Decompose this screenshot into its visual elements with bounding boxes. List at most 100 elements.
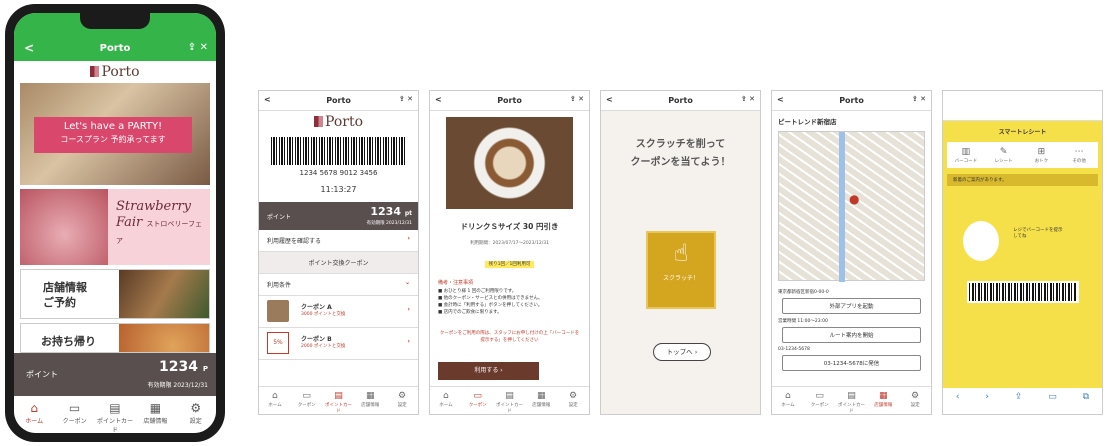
clock: 11:13:27 xyxy=(320,185,357,194)
notice-banner[interactable]: 新着のご案内があります。 xyxy=(947,174,1098,186)
bookmarks-icon[interactable]: ▭ xyxy=(1048,392,1057,414)
hand-icon: ☝ xyxy=(673,239,689,267)
coupon-period: 利用期間：2023/07/17～2023/12/31 xyxy=(470,241,549,246)
tab-coupon[interactable]: ▭ クーポン xyxy=(806,390,834,414)
call-button[interactable]: 03-1234-5678に発信 xyxy=(782,355,921,371)
more-icon: ⋯ xyxy=(1074,147,1084,157)
takeout-label: お持ち帰り xyxy=(41,335,96,348)
point-bar[interactable]: ポイント 1234 P 有効期限 2023/12/31 xyxy=(14,353,216,396)
gear-icon: ⚙ xyxy=(569,391,578,401)
tab-store[interactable]: ▦ 店舗情報 xyxy=(869,390,897,414)
tab-coupon[interactable]: ▭ クーポン xyxy=(293,390,321,414)
share-close-icons[interactable]: ⇪ ✕ xyxy=(399,95,413,103)
open-app-button[interactable]: 外部アプリを起動 xyxy=(782,298,921,314)
menu-barcode[interactable]: ▥ バーコード xyxy=(952,146,980,164)
history-link[interactable]: 利用履歴を確認する › xyxy=(259,230,418,252)
conditions-row[interactable]: 利用条件 ⌄ xyxy=(259,274,418,296)
store-icon: ▦ xyxy=(879,391,888,401)
member-barcode xyxy=(271,137,406,165)
home-icon: ⌂ xyxy=(443,391,449,401)
route-button[interactable]: ルート案内を開始 xyxy=(782,327,921,343)
tab-pointcard[interactable]: ▤ ポイントカード xyxy=(324,390,352,414)
map-rail xyxy=(839,132,845,282)
menu-deals[interactable]: ⊞ おトク xyxy=(1027,146,1055,164)
tab-settings[interactable]: ⚙ 設定 xyxy=(901,390,929,414)
receipt-icon: ✎ xyxy=(999,147,1008,157)
tabs-icon[interactable]: ⧉ xyxy=(1083,392,1089,414)
menu-receipt[interactable]: ✎ レシート xyxy=(990,146,1018,164)
coupon-title: ドリンクＳサイズ 30 円引き xyxy=(460,222,559,231)
share-close-icons[interactable]: ⇪ ✕ xyxy=(912,95,926,103)
scratch-card[interactable]: ☝ スクラッチ！ xyxy=(646,231,716,309)
coupon-b-row[interactable]: 5% クーポン B 2000 ポイントと交換 › xyxy=(259,328,418,360)
store-info-banner[interactable]: 店舗情報 ご予約 xyxy=(20,269,210,319)
tab-pointcard[interactable]: ▤ ポイントカード xyxy=(837,390,865,414)
point-expiry: 有効期限 2023/12/31 xyxy=(147,382,209,389)
porto-logo: Porto xyxy=(14,61,216,83)
party-banner[interactable]: Let's have a PARTY! コースプラン 予約承ってます xyxy=(20,83,210,185)
coupon-b-image: 5% xyxy=(267,332,289,354)
tab-home[interactable]: ⌂ ホーム xyxy=(16,400,52,433)
gear-icon: ⚙ xyxy=(911,391,920,401)
tab-home[interactable]: ⌂ ホーム xyxy=(432,390,460,414)
strawberry-banner[interactable]: Strawberry Fair ストロベリーフェア xyxy=(20,189,210,265)
share-close-icons[interactable]: ⇪ ✕ xyxy=(188,42,208,53)
share-icon[interactable]: ⇪ xyxy=(1015,392,1023,414)
share-close-icons[interactable]: ⇪ ✕ xyxy=(741,95,755,103)
gear-icon: ⚙ xyxy=(190,401,202,415)
scratch-heading-1: スクラッチを削って xyxy=(635,139,726,150)
store-info-label: 店舗情報 ご予約 xyxy=(43,281,87,309)
coupon-a-row[interactable]: クーポン A 3000 ポイントと交換 › xyxy=(259,296,418,328)
phone-frame: < Porto ⇪ ✕ Porto Let's have a PARTY! コース… xyxy=(5,4,225,442)
tab-home[interactable]: ⌂ ホーム xyxy=(774,390,802,414)
usage-warning: クーポンをご利用の際は、スタッフにお申し付けの上「バーコードを提示する」を押して… xyxy=(439,331,580,343)
tab-bar: ⌂ ホーム ▭ クーポン ▤ ポイントカード ▦ 店舗情報 ⚙ 設定 xyxy=(430,386,589,414)
scratch-label: スクラッチ！ xyxy=(662,275,699,282)
store-icon: ▦ xyxy=(366,391,375,401)
tab-settings[interactable]: ⚙ 設定 xyxy=(388,390,416,414)
tab-home[interactable]: ⌂ ホーム xyxy=(261,390,289,414)
phone-screen: < Porto ⇪ ✕ Porto Let's have a PARTY! コース… xyxy=(14,13,216,433)
pointcard-screen: < Porto ⇪ ✕ Porto 1234 5678 9012 3456 11:1… xyxy=(258,90,419,415)
tab-settings[interactable]: ⚙ 設定 xyxy=(559,390,587,414)
share-close-icons[interactable]: ⇪ ✕ xyxy=(570,95,584,103)
strawberry-image xyxy=(20,189,108,265)
tab-store[interactable]: ▦ 店舗情報 xyxy=(527,390,555,414)
back-arrow-icon[interactable]: ‹ xyxy=(956,392,960,414)
mascot-bubble: レジでバーコードを提示してね xyxy=(1013,228,1063,239)
takeout-banner[interactable]: お持ち帰り xyxy=(20,323,210,353)
tab-pointcard[interactable]: ▤ ポイントカード xyxy=(97,400,133,433)
member-number: 1234 5678 9012 3456 xyxy=(299,169,378,177)
point-bar: ポイント 1234 pt 有効期限 2023/12/31 xyxy=(259,202,418,230)
store-image xyxy=(119,270,209,318)
coupon-icon: ▭ xyxy=(68,401,81,415)
use-button[interactable]: 利用する › xyxy=(438,362,539,380)
coupon-screen: < Porto ⇪ ✕ ドリンクＳサイズ 30 円引き 利用期間：2023/07/1… xyxy=(429,90,590,415)
pizza-image xyxy=(119,324,209,352)
tab-pointcard[interactable]: ▤ ポイントカード xyxy=(495,390,523,414)
store-tel: 03-1234-5678 xyxy=(778,347,810,352)
tab-coupon[interactable]: ▭ クーポン xyxy=(464,390,492,414)
barcode-icon: ▥ xyxy=(961,147,971,157)
phone-notch xyxy=(80,13,150,29)
tab-store[interactable]: ▦ 店舗情報 xyxy=(137,400,173,433)
card-icon: ▤ xyxy=(109,401,121,415)
top-button[interactable]: トップへ › xyxy=(653,343,711,361)
home-icon: ⌂ xyxy=(785,391,791,401)
forward-arrow-icon[interactable]: › xyxy=(985,392,989,414)
point-value: 1234 pt xyxy=(370,205,412,218)
scratch-heading-2: クーポンを当てよう！ xyxy=(630,157,731,168)
app-title: Porto xyxy=(99,43,131,54)
browser-bar xyxy=(943,91,1102,121)
store-map[interactable]: ● xyxy=(778,131,925,282)
tab-coupon[interactable]: ▭ クーポン xyxy=(57,400,93,433)
tab-bar: ⌂ ホーム ▭ クーポン ▤ ポイントカード ▦ 店舗情報 ⚙ 設定 xyxy=(14,396,216,433)
coupon-a-image xyxy=(267,300,289,322)
usage-badge: 残り1回／1回利用可 xyxy=(484,261,535,268)
tab-settings[interactable]: ⚙ 設定 xyxy=(178,400,214,433)
store-icon: ▦ xyxy=(537,391,546,401)
store-address: 東京都新宿区新宿0-00-0 xyxy=(778,290,829,295)
menu-more[interactable]: ⋯ その他 xyxy=(1065,146,1093,164)
party-title: Let's have a PARTY! xyxy=(63,121,163,132)
tab-store[interactable]: ▦ 店舗情報 xyxy=(356,390,384,414)
